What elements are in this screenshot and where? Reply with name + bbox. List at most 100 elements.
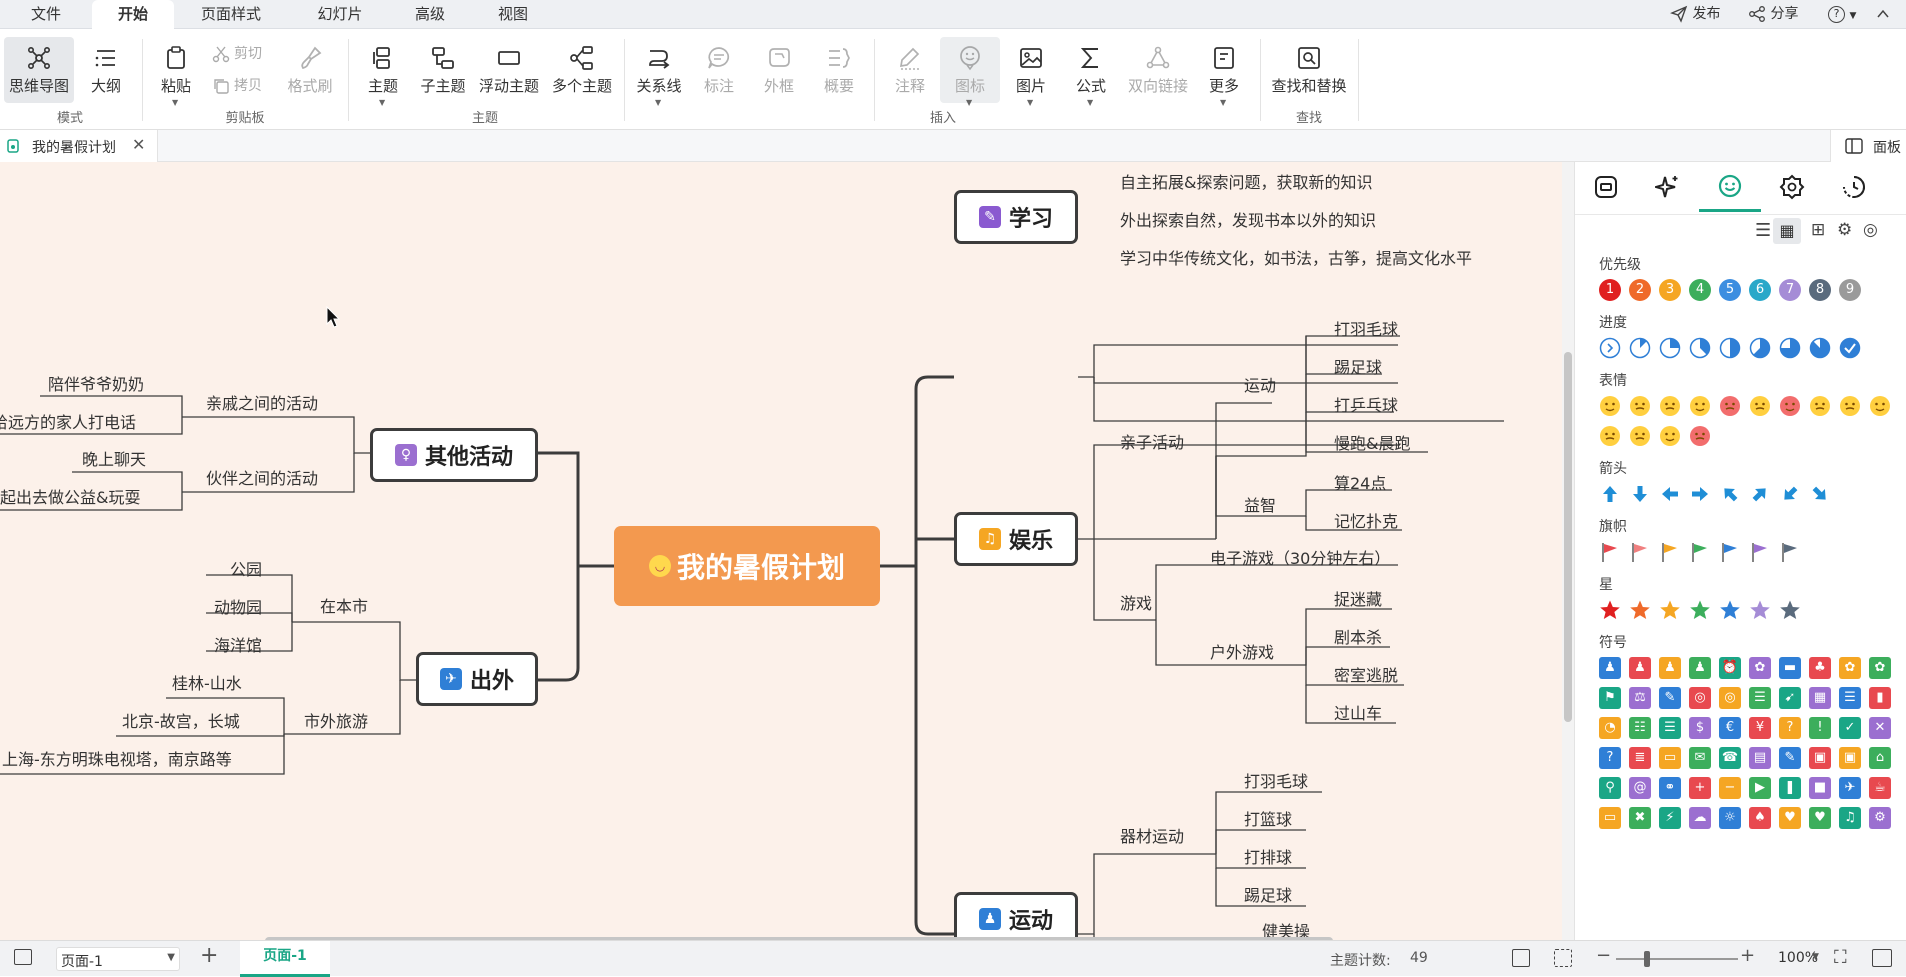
close-icon[interactable]: ✕	[132, 135, 145, 154]
symbol-52-icon[interactable]: ⚡	[1659, 807, 1681, 829]
priority-3-icon[interactable]: 3	[1659, 279, 1681, 301]
cut-button[interactable]: 剪切	[212, 43, 262, 67]
priority-8-icon[interactable]: 8	[1809, 279, 1831, 301]
scroll-thumb[interactable]	[1564, 352, 1572, 722]
formula-button[interactable]: 公式 ▼	[1060, 37, 1122, 107]
symbol-30-icon[interactable]: ?	[1599, 747, 1621, 769]
star-0-icon[interactable]	[1599, 599, 1621, 621]
relation-line-button[interactable]: 关系线 ▼	[626, 37, 692, 107]
topic-node[interactable]: 给远方的家人打电话	[0, 413, 136, 433]
symbol-35-icon[interactable]: ▤	[1749, 747, 1771, 769]
star-4-icon[interactable]	[1719, 599, 1741, 621]
emoji-5-icon[interactable]	[1749, 395, 1771, 417]
image-button[interactable]: 图片 ▼	[1000, 37, 1062, 107]
find-replace-button[interactable]: 查找和替换	[1268, 37, 1350, 103]
vertical-scrollbar[interactable]	[1562, 162, 1574, 940]
symbol-8-icon[interactable]: ✿	[1839, 657, 1861, 679]
topic-node[interactable]: 器材运动	[1120, 827, 1184, 847]
symbol-6-icon[interactable]: ▬	[1779, 657, 1801, 679]
progress-4-icon[interactable]	[1719, 337, 1741, 359]
topic-node[interactable]: 电子游戏（30分钟左右）	[1210, 549, 1390, 569]
branch-fun[interactable]: ♫ 娱乐	[954, 512, 1078, 566]
symbol-10-icon[interactable]: ⚑	[1599, 687, 1621, 709]
mindmap-mode-button[interactable]: 思维导图	[4, 37, 74, 103]
symbol-12-icon[interactable]: ✎	[1659, 687, 1681, 709]
flag-1-icon[interactable]	[1629, 541, 1651, 563]
topic-node[interactable]: 算24点	[1334, 474, 1386, 494]
symbol-46-icon[interactable]: ❚	[1779, 777, 1801, 799]
menu-advanced[interactable]: 高级	[400, 0, 460, 29]
symbol-4-icon[interactable]: ⏰	[1719, 657, 1741, 679]
flag-4-icon[interactable]	[1719, 541, 1741, 563]
symbol-16-icon[interactable]: ➹	[1779, 687, 1801, 709]
topic-node[interactable]: 打篮球	[1244, 810, 1292, 830]
symbol-33-icon[interactable]: ✉	[1689, 747, 1711, 769]
symbol-38-icon[interactable]: ▣	[1839, 747, 1861, 769]
document-tab[interactable]: 我的暑假计划 ✕	[0, 130, 158, 162]
topic-node[interactable]: 益智	[1244, 496, 1276, 516]
topic-node[interactable]: 自主拓展&探索问题，获取新的知识	[1120, 173, 1372, 193]
topic-button[interactable]: 主题 ▼	[352, 37, 414, 107]
symbol-0-icon[interactable]: ♟	[1599, 657, 1621, 679]
topic-node[interactable]: 密室逃脱	[1334, 666, 1398, 686]
topic-node[interactable]: 打乒乓球	[1334, 396, 1398, 416]
fullscreen-icon[interactable]: ⛶	[1834, 947, 1847, 968]
progress-7-icon[interactable]	[1809, 337, 1831, 359]
emoji-8-icon[interactable]	[1839, 395, 1861, 417]
symbol-37-icon[interactable]: ▣	[1809, 747, 1831, 769]
topic-node[interactable]: 户外游戏	[1210, 643, 1274, 663]
symbol-39-icon[interactable]: ⌂	[1869, 747, 1891, 769]
star-2-icon[interactable]	[1659, 599, 1681, 621]
topic-node[interactable]: 上海-东方明珠电视塔，南京路等	[2, 750, 232, 770]
arrow-4-icon[interactable]	[1719, 483, 1741, 505]
emoji-9-icon[interactable]	[1869, 395, 1891, 417]
symbol-18-icon[interactable]: ☰	[1839, 687, 1861, 709]
progress-0-icon[interactable]	[1599, 337, 1621, 359]
symbol-58-icon[interactable]: ♫	[1839, 807, 1861, 829]
topic-node[interactable]: 亲子活动	[1120, 433, 1184, 453]
progress-5-icon[interactable]	[1749, 337, 1771, 359]
arrow-5-icon[interactable]	[1749, 483, 1771, 505]
topic-node[interactable]: 桂林-山水	[172, 674, 242, 694]
symbol-29-icon[interactable]: ✕	[1869, 717, 1891, 739]
topic-node[interactable]: 过山车	[1334, 704, 1382, 724]
symbol-28-icon[interactable]: ✓	[1839, 717, 1861, 739]
multiple-topics-button[interactable]: 多个主题	[546, 37, 618, 103]
progress-1-icon[interactable]	[1629, 337, 1651, 359]
arrow-0-icon[interactable]	[1599, 483, 1621, 505]
copy-button[interactable]: 拷贝	[212, 75, 262, 99]
symbol-53-icon[interactable]: ☁	[1689, 807, 1711, 829]
emoji-6-icon[interactable]	[1779, 395, 1801, 417]
symbol-49-icon[interactable]: ☕	[1869, 777, 1891, 799]
emoji-4-icon[interactable]	[1719, 395, 1741, 417]
panel-tab-stickers[interactable]	[1761, 162, 1823, 212]
symbol-9-icon[interactable]: ✿	[1869, 657, 1891, 679]
branch-other[interactable]: ♀ 其他活动	[370, 428, 538, 482]
symbol-40-icon[interactable]: ⚲	[1599, 777, 1621, 799]
flag-3-icon[interactable]	[1689, 541, 1711, 563]
symbol-2-icon[interactable]: ♟	[1659, 657, 1681, 679]
symbol-48-icon[interactable]: ✈	[1839, 777, 1861, 799]
topic-node[interactable]: 外出探索自然，发现书本以外的知识	[1120, 211, 1376, 231]
add-marker-icon[interactable]: ⊞	[1811, 220, 1825, 240]
branch-sport[interactable]: ♟ 运动	[954, 892, 1078, 940]
symbol-43-icon[interactable]: +	[1689, 777, 1711, 799]
format-painter-button[interactable]: 格式刷	[278, 37, 342, 103]
topic-node[interactable]: 公园	[230, 560, 262, 580]
fit-width-icon[interactable]	[1554, 949, 1572, 967]
priority-7-icon[interactable]: 7	[1779, 279, 1801, 301]
paste-button[interactable]: 粘贴 ▼	[145, 37, 207, 107]
topic-node[interactable]: 晚上聊天	[82, 450, 146, 470]
symbol-27-icon[interactable]: !	[1809, 717, 1831, 739]
emoji-3-icon[interactable]	[1689, 395, 1711, 417]
star-1-icon[interactable]	[1629, 599, 1651, 621]
callout-button[interactable]: 标注	[688, 37, 750, 103]
fit-page-icon[interactable]	[1512, 949, 1530, 967]
zoom-slider[interactable]	[1616, 951, 1738, 967]
symbol-44-icon[interactable]: −	[1719, 777, 1741, 799]
arrow-6-icon[interactable]	[1779, 483, 1801, 505]
progress-2-icon[interactable]	[1659, 337, 1681, 359]
symbol-26-icon[interactable]: ?	[1779, 717, 1801, 739]
boundary-button[interactable]: 外框	[748, 37, 810, 103]
priority-1-icon[interactable]: 1	[1599, 279, 1621, 301]
